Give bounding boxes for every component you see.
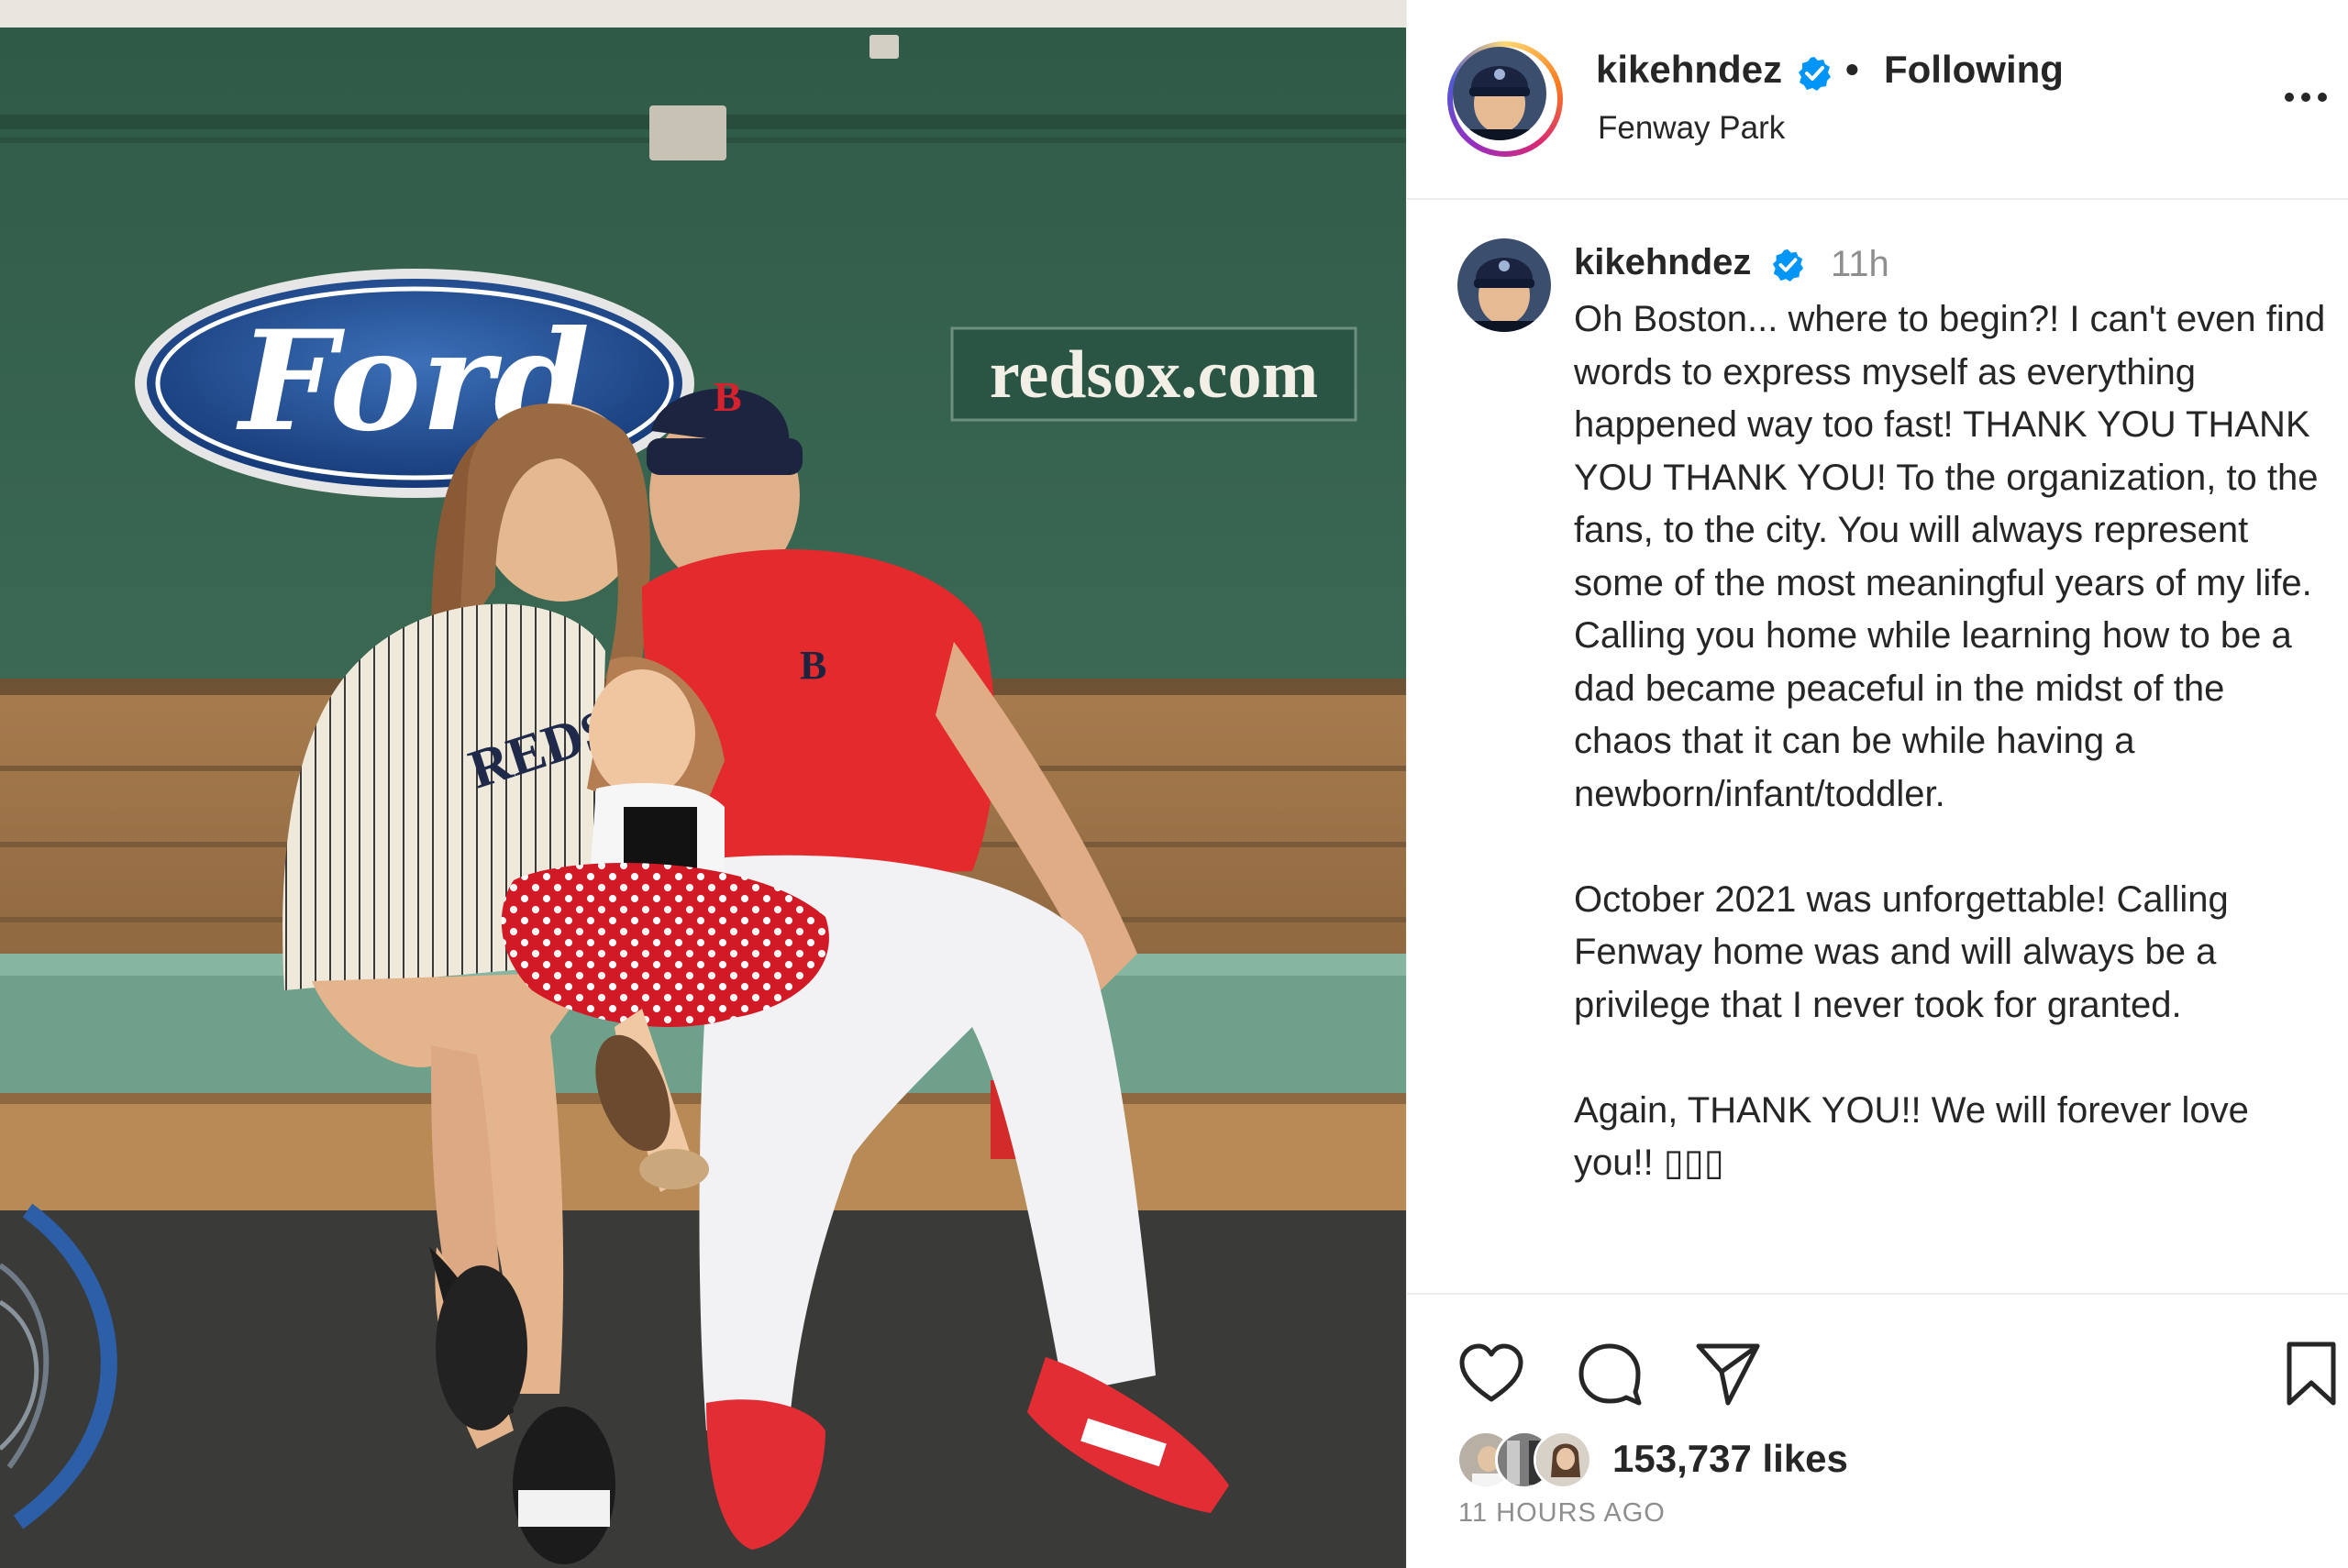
avatar [1453,47,1546,140]
location-link[interactable]: Fenway Park [1598,110,1785,147]
svg-text:B: B [714,373,742,420]
caption-text: Oh Boston... where to begin?! I can't ev… [1574,299,2326,1183]
redsox-sign: redsox.com [950,326,1357,422]
svg-text:redsox.com: redsox.com [990,337,1318,413]
header-separator: • [1845,48,1859,91]
comment-icon[interactable] [1575,1339,1645,1408]
liked-by-avatars[interactable] [1456,1430,1594,1489]
post-photo[interactable]: Ford redsox.com REDS B B [0,0,1406,1568]
bookmark-icon[interactable] [2276,1339,2346,1408]
caption-section: kikehndez 11h Oh Boston... where to begi… [1407,202,2348,1293]
post-image: Ford redsox.com REDS B B [0,0,1406,1568]
caption-avatar[interactable] [1457,238,1551,332]
more-options-icon[interactable] [2280,77,2331,117]
heart-icon[interactable] [1456,1339,1526,1408]
action-bar: 153,737 likes 11 HOURS AGO [1407,1293,2348,1568]
likes-count[interactable]: 153,737 likes [1612,1437,1848,1481]
verified-badge-icon [1772,248,1804,282]
post-timestamp[interactable]: 11 HOURS AGO [1458,1498,1666,1529]
svg-text:B: B [800,643,826,688]
post-side-panel: kikehndez • Following Fenway Park kikehn… [1406,0,2348,1568]
verified-badge-icon [1799,57,1831,91]
caption-time[interactable]: 11h [1831,244,1889,285]
post-header: kikehndez • Following Fenway Park [1407,0,2348,200]
following-button[interactable]: Following [1884,48,2064,92]
wall-box [649,105,726,160]
header-username[interactable]: kikehndez [1596,48,1782,92]
story-ring-avatar[interactable] [1447,41,1563,157]
avatar [1534,1430,1592,1489]
share-icon[interactable] [1693,1339,1763,1408]
caption-username[interactable]: kikehndez [1574,242,1751,283]
